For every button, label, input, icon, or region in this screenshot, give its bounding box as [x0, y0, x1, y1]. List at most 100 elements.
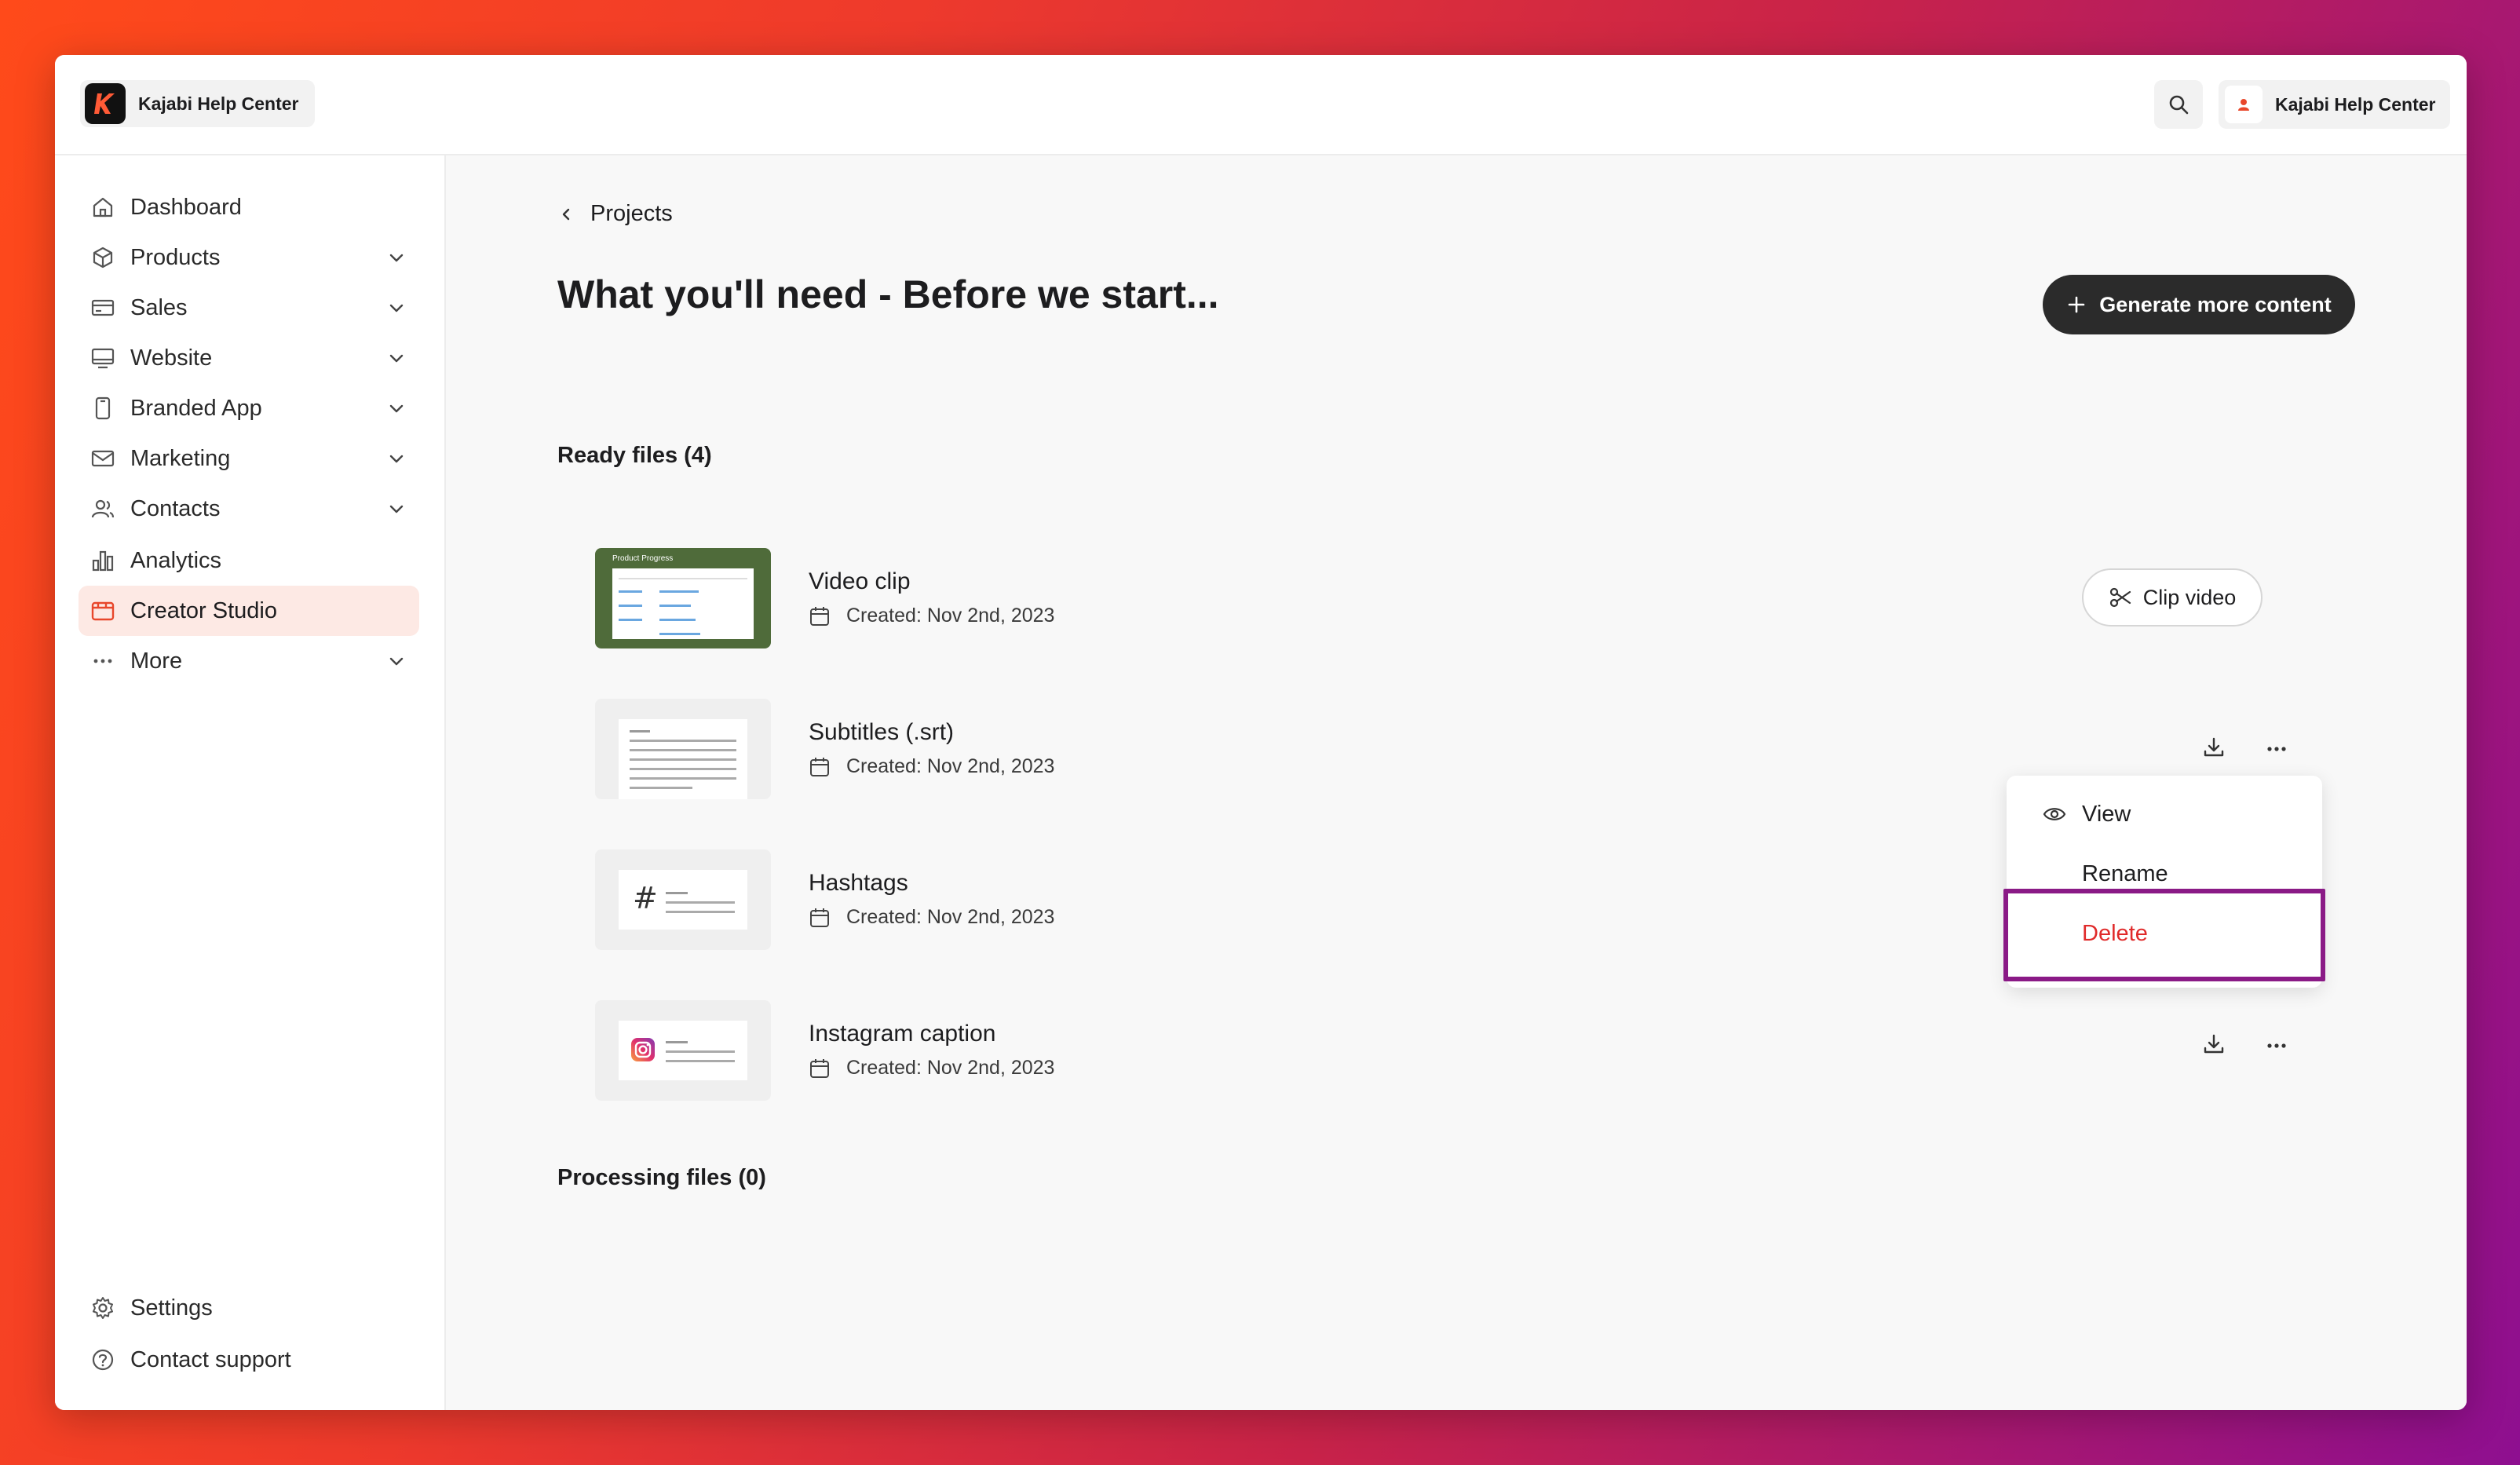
- box-icon: [89, 244, 116, 271]
- calendar-icon: [810, 1058, 829, 1078]
- sidebar-item-more[interactable]: More: [79, 636, 419, 686]
- chevron-down-icon[interactable]: [385, 396, 408, 420]
- eye-icon: [2043, 808, 2066, 820]
- avatar: [2225, 86, 2263, 123]
- calendar-icon: [810, 606, 829, 626]
- hashtag-symbol: #: [633, 881, 658, 915]
- more-icon: [89, 648, 116, 674]
- sidebar-item-label: Contacts: [130, 495, 221, 521]
- top-bar: Kajabi Help Center Kajabi Help Center: [55, 55, 2467, 155]
- download-button[interactable]: [2197, 730, 2231, 765]
- analytics-icon: [89, 547, 116, 574]
- phone-icon: [89, 395, 116, 422]
- sidebar-item-label: More: [130, 648, 183, 674]
- file-row-instagram-caption[interactable]: Instagram caption Created: Nov 2nd, 2023: [595, 1000, 2369, 1101]
- file-created-date: Created: Nov 2nd, 2023: [846, 906, 1055, 928]
- sidebar-item-dashboard[interactable]: Dashboard: [79, 182, 419, 232]
- sidebar-item-analytics[interactable]: Analytics: [79, 535, 419, 586]
- generate-button-label: Generate more content: [2099, 292, 2332, 316]
- sidebar: Dashboard Products Sales Website Branded…: [55, 155, 446, 1410]
- sidebar-item-creator-studio[interactable]: Creator Studio: [79, 586, 419, 636]
- file-created-date: Created: Nov 2nd, 2023: [846, 605, 1055, 627]
- download-icon: [2204, 737, 2224, 757]
- menu-item-label: View: [2082, 801, 2131, 827]
- file-name: Video clip: [809, 568, 911, 594]
- brand-switcher[interactable]: Kajabi Help Center: [80, 80, 315, 127]
- app-window: Kajabi Help Center Kajabi Help Center Da…: [55, 55, 2467, 1410]
- more-horizontal-icon: [2267, 747, 2286, 751]
- chevron-down-icon[interactable]: [385, 497, 408, 521]
- menu-item-label: Rename: [2082, 860, 2168, 886]
- file-row-video-clip[interactable]: Product Progress Video clip Created: Nov…: [595, 548, 2369, 648]
- instagram-icon: [631, 1038, 655, 1061]
- clip-video-button[interactable]: Clip video: [2082, 568, 2263, 627]
- sidebar-item-label: Settings: [130, 1295, 213, 1321]
- download-button[interactable]: [2197, 1027, 2231, 1061]
- more-options-button[interactable]: [2259, 1027, 2294, 1061]
- gear-icon: [89, 1295, 116, 1321]
- back-to-projects-link[interactable]: Projects: [557, 201, 673, 227]
- video-thumbnail: Product Progress: [595, 548, 771, 648]
- processing-files-heading: Processing files (0): [557, 1165, 766, 1190]
- instagram-thumbnail: [595, 1000, 771, 1101]
- account-menu[interactable]: Kajabi Help Center: [2219, 80, 2450, 129]
- home-icon: [89, 194, 116, 221]
- subtitles-thumbnail: [595, 699, 771, 799]
- sidebar-item-label: Dashboard: [130, 194, 242, 220]
- clip-video-label: Clip video: [2142, 585, 2237, 609]
- more-options-button[interactable]: [2259, 730, 2294, 765]
- kajabi-logo-icon: [85, 83, 126, 124]
- sidebar-item-settings[interactable]: Settings: [79, 1283, 419, 1333]
- sidebar-item-label: Analytics: [130, 547, 222, 573]
- scissors-icon: [2109, 587, 2131, 608]
- page-title: What you'll need - Before we start...: [557, 272, 1219, 316]
- delete-highlight-box: [2003, 889, 2325, 981]
- generate-more-content-button[interactable]: Generate more content: [2043, 275, 2355, 334]
- creator-studio-icon: [89, 597, 116, 624]
- sidebar-item-products[interactable]: Products: [79, 232, 419, 283]
- search-icon: [2169, 95, 2189, 115]
- sidebar-item-marketing[interactable]: Marketing: [79, 433, 419, 484]
- file-created-date: Created: Nov 2nd, 2023: [846, 755, 1055, 777]
- chevron-down-icon[interactable]: [385, 246, 408, 269]
- menu-item-view[interactable]: View: [2007, 787, 2322, 842]
- back-link-label: Projects: [590, 201, 673, 226]
- file-name: Hashtags: [809, 870, 908, 896]
- chevron-down-icon[interactable]: [385, 296, 408, 320]
- account-name: Kajabi Help Center: [2275, 93, 2436, 115]
- sidebar-item-sales[interactable]: Sales: [79, 283, 419, 333]
- sidebar-item-label: Marketing: [130, 445, 231, 471]
- file-meta: Created: Nov 2nd, 2023: [809, 755, 1054, 778]
- brand-name: Kajabi Help Center: [138, 93, 299, 114]
- sidebar-item-label: Contact support: [130, 1346, 291, 1372]
- sidebar-item-branded-app[interactable]: Branded App: [79, 383, 419, 433]
- file-meta: Created: Nov 2nd, 2023: [809, 605, 1054, 627]
- more-horizontal-icon: [2267, 1043, 2286, 1048]
- user-icon: [2238, 99, 2249, 111]
- ready-files-heading: Ready files (4): [557, 443, 712, 468]
- monitor-icon: [89, 345, 116, 371]
- chevron-down-icon[interactable]: [385, 447, 408, 470]
- sidebar-item-website[interactable]: Website: [79, 333, 419, 383]
- sidebar-item-label: Products: [130, 244, 221, 270]
- chevron-down-icon[interactable]: [385, 346, 408, 370]
- calendar-icon: [810, 757, 829, 776]
- chevron-left-icon: [562, 208, 570, 220]
- calendar-icon: [810, 908, 829, 927]
- file-created-date: Created: Nov 2nd, 2023: [846, 1057, 1055, 1079]
- sidebar-item-label: Creator Studio: [130, 597, 277, 623]
- sidebar-item-label: Website: [130, 345, 213, 371]
- sidebar-item-label: Sales: [130, 294, 188, 320]
- hashtags-thumbnail: #: [595, 849, 771, 950]
- sidebar-item-label: Branded App: [130, 395, 262, 421]
- main-content: Projects What you'll need - Before we st…: [446, 155, 2467, 1410]
- file-meta: Created: Nov 2nd, 2023: [809, 906, 1054, 929]
- contacts-icon: [89, 495, 116, 522]
- thumbnail-title: Product Progress: [612, 554, 674, 563]
- sidebar-item-contacts[interactable]: Contacts: [79, 484, 419, 534]
- search-button[interactable]: [2154, 80, 2203, 129]
- chevron-down-icon[interactable]: [385, 649, 408, 673]
- sidebar-item-contact-support[interactable]: Contact support: [79, 1335, 419, 1385]
- download-icon: [2204, 1034, 2224, 1054]
- card-icon: [89, 294, 116, 321]
